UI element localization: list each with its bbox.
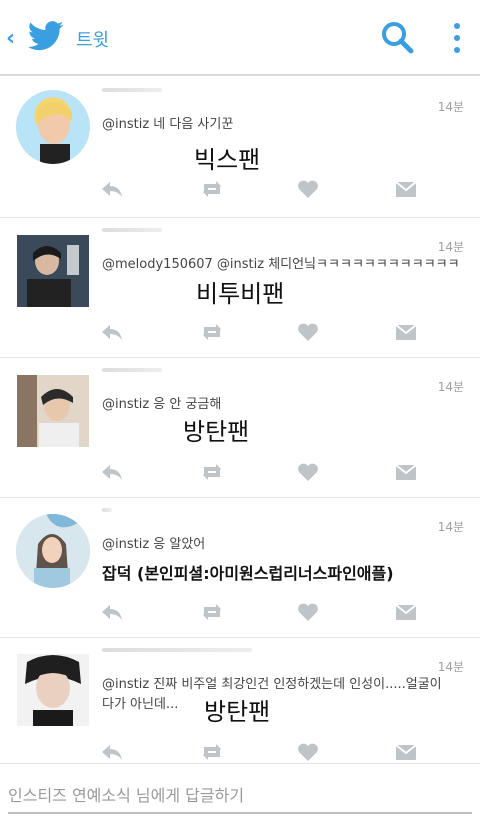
tweet-item[interactable]: 14분 @instiz 응 안 궁금해 방탄팬 (0, 358, 480, 498)
reply-input-underline (8, 812, 472, 814)
tweet-text: @instiz 네 다음 사기꾼 (102, 117, 234, 132)
fan-label: 잡덕 (본인피셜:아미원스럽리너스파인애플) (102, 564, 394, 583)
search-icon[interactable] (380, 20, 414, 54)
tweet-actions (100, 178, 430, 202)
like-icon[interactable] (296, 461, 320, 483)
tweet-actions (100, 741, 430, 765)
tweet-item[interactable]: 14분 @melody150607 @instiz 체디언닠ㅋㅋㅋㅋㅋㅋㅋㅋㅋㅋ… (0, 218, 480, 358)
username-scribble (102, 508, 112, 512)
page-title: 트윗 (76, 30, 110, 51)
like-icon[interactable] (296, 601, 320, 623)
username-scribble (102, 228, 162, 232)
timestamp: 14분 (437, 520, 464, 534)
message-icon[interactable] (394, 461, 418, 483)
retweet-icon[interactable] (200, 321, 224, 343)
retweet-icon[interactable] (200, 741, 224, 763)
like-icon[interactable] (296, 321, 320, 343)
fan-label: 비투비팬 (196, 280, 285, 308)
like-icon[interactable] (296, 741, 320, 763)
tweet-text: @instiz 응 알았어 (102, 537, 206, 552)
avatar[interactable] (16, 90, 90, 164)
avatar[interactable] (17, 235, 89, 307)
tweet-text: @melody150607 @instiz 체디언닠ㅋㅋㅋㅋㅋㅋㅋㅋㅋㅋㅋㅋ (102, 257, 460, 272)
message-icon[interactable] (394, 321, 418, 343)
timestamp: 14분 (437, 240, 464, 254)
timestamp: 14분 (437, 100, 464, 114)
tweet-text: @instiz 진짜 비주얼 최강인건 인정하겠는데 인성이.....얼굴이다가… (102, 677, 442, 712)
avatar[interactable] (17, 654, 89, 726)
like-icon[interactable] (296, 178, 320, 200)
tweet-text: @instiz 응 안 궁금해 (102, 397, 222, 412)
top-app-bar: ‹ 트윗 (0, 0, 480, 76)
tweet-item[interactable]: 14분 @instiz 응 알았어 잡덕 (본인피셜:아미원스럽리너스파인애플) (0, 498, 480, 638)
reply-icon[interactable] (100, 321, 124, 343)
retweet-icon[interactable] (200, 461, 224, 483)
username-scribble (102, 368, 162, 372)
reply-icon[interactable] (100, 178, 124, 200)
retweet-icon[interactable] (200, 601, 224, 623)
avatar[interactable] (17, 375, 89, 447)
fan-label: 빅스팬 (194, 146, 261, 174)
tweet-actions (100, 601, 430, 625)
fan-label: 방탄팬 (204, 698, 271, 726)
reply-icon[interactable] (100, 741, 124, 763)
reply-icon[interactable] (100, 461, 124, 483)
avatar[interactable] (16, 514, 90, 588)
reply-composer[interactable]: 인스티즈 연예소식 님에게 답글하기 (0, 763, 480, 820)
timestamp: 14분 (437, 660, 464, 674)
tweet-actions (100, 321, 430, 345)
reply-input-placeholder[interactable]: 인스티즈 연예소식 님에게 답글하기 (8, 782, 244, 806)
twitter-bird-icon[interactable] (28, 20, 64, 52)
username-scribble (102, 648, 252, 652)
tweet-actions (100, 461, 430, 485)
message-icon[interactable] (394, 178, 418, 200)
reply-icon[interactable] (100, 601, 124, 623)
tweet-item[interactable]: 14분 @instiz 진짜 비주얼 최강인건 인정하겠는데 인성이.....얼… (0, 638, 480, 763)
message-icon[interactable] (394, 601, 418, 623)
message-icon[interactable] (394, 741, 418, 763)
fan-label: 방탄팬 (183, 418, 250, 446)
retweet-icon[interactable] (200, 178, 224, 200)
timestamp: 14분 (437, 380, 464, 394)
username-scribble (102, 88, 162, 92)
overflow-menu-icon[interactable] (447, 18, 467, 58)
tweet-item[interactable]: 14분 @instiz 네 다음 사기꾼 빅스팬 (0, 78, 480, 218)
back-chevron-icon[interactable]: ‹ (6, 26, 15, 51)
